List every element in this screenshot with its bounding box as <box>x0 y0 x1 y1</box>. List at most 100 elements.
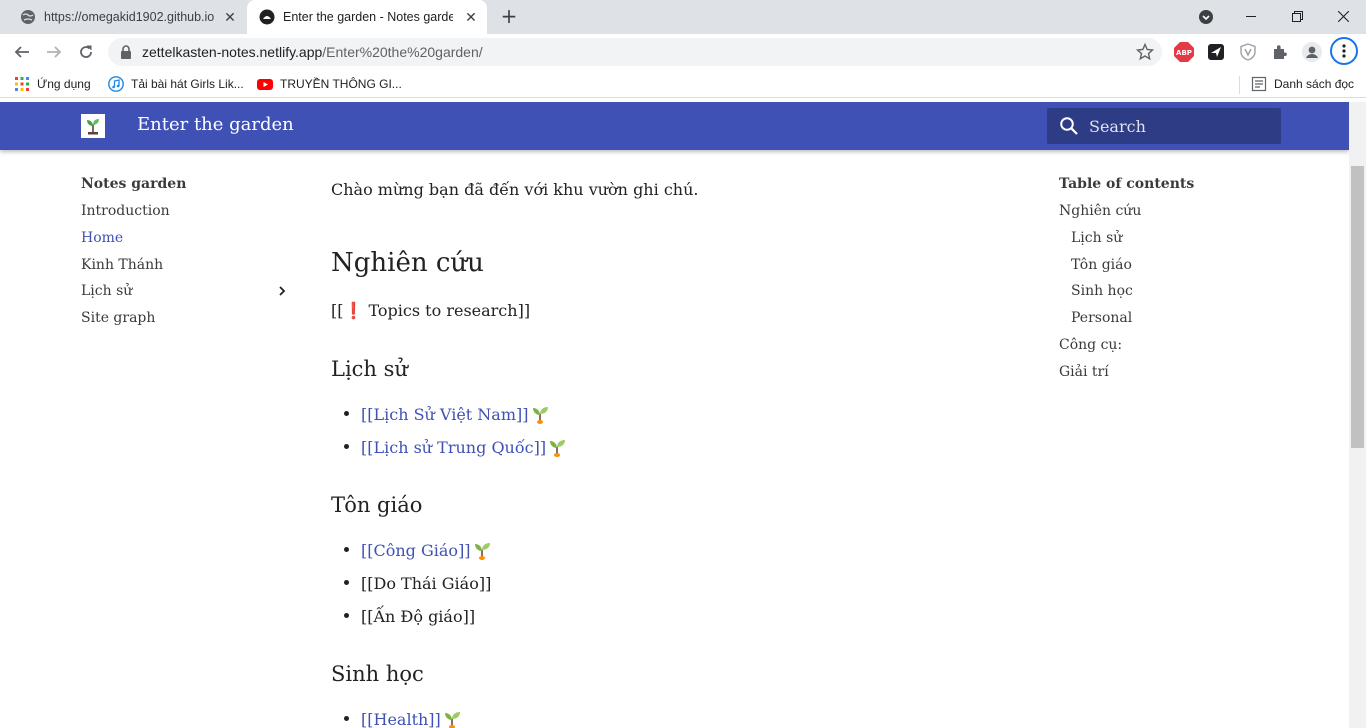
note-text-do-thai-giao: [[Do Thái Giáo]] <box>361 574 492 593</box>
new-tab-button[interactable]: + <box>498 6 520 28</box>
reading-list-button[interactable]: Danh sách đọc <box>1251 76 1354 92</box>
reading-list-label: Danh sách đọc <box>1274 77 1355 91</box>
browser-toolbar: zettelkasten-notes.netlify.app/Enter%20t… <box>0 34 1366 70</box>
note-text-an-do-giao: [[Ấn Độ giáo]] <box>361 607 476 626</box>
seedling-icon <box>444 711 460 728</box>
menu-dots-icon <box>1342 44 1346 58</box>
page-scrollbar[interactable] <box>1349 102 1366 728</box>
adblock-plus-icon[interactable]: ABP <box>1173 41 1195 63</box>
browser-tab-active[interactable]: Enter the garden - Notes garden ✕ <box>247 0 487 34</box>
shield-icon[interactable] <box>1237 41 1259 63</box>
sidebar-nav: Notes garden Introduction Home Kinh Thán… <box>81 174 291 335</box>
bookmark-star-icon[interactable] <box>1136 43 1154 61</box>
section-heading-history: Lịch sử <box>331 357 408 381</box>
arrow-left-icon <box>14 46 29 58</box>
bookmark-label: Ứng dụng <box>37 77 91 91</box>
bookmark-label: Tải bài hát Girls Lik... <box>131 77 244 91</box>
profile-icon-shape <box>1302 42 1322 62</box>
profile-icon[interactable] <box>1301 41 1323 63</box>
site-header: Enter the garden <box>0 102 1349 150</box>
browser-tab[interactable]: https://omegakid1902.github.io/ ✕ <box>8 0 246 34</box>
url-text: zettelkasten-notes.netlify.app/Enter%20t… <box>142 44 483 60</box>
biology-list: [[Health]] <box>331 703 463 728</box>
note-link-lich-su-viet-nam[interactable]: [[Lịch Sử Việt Nam]] <box>361 405 529 424</box>
seedling-icon <box>474 542 490 560</box>
music-icon <box>108 76 124 92</box>
restore-button[interactable] <box>1274 0 1320 32</box>
minimize-icon <box>1246 16 1256 17</box>
bookmark-apps[interactable]: Ứng dụng <box>14 76 91 92</box>
arrow-right-icon <box>47 46 62 58</box>
sidebar-item-home[interactable]: Home <box>81 228 291 255</box>
apps-grid-icon <box>15 77 29 91</box>
lock-icon[interactable] <box>120 45 132 59</box>
back-button[interactable] <box>12 42 32 62</box>
search-icon[interactable] <box>1059 116 1079 136</box>
restore-icon <box>1291 10 1303 22</box>
chrome-menu-button[interactable] <box>1330 37 1358 65</box>
address-bar[interactable]: zettelkasten-notes.netlify.app/Enter%20t… <box>108 38 1162 66</box>
seedling-icon <box>550 439 566 457</box>
toc-item-ton-giao[interactable]: Tôn giáo <box>1059 255 1299 282</box>
bookmark-youtube[interactable]: TRUYỀN THÔNG GI... <box>257 76 402 92</box>
sidebar-item-lich-su[interactable]: Lịch sử <box>81 281 291 308</box>
note-link-cong-giao[interactable]: [[Công Giáo]] <box>361 541 471 560</box>
bookmark-music[interactable]: Tải bài hát Girls Lik... <box>108 76 244 92</box>
reload-button[interactable] <box>76 42 96 62</box>
scrollbar-thumb[interactable] <box>1351 166 1364 448</box>
toc-item-lich-su[interactable]: Lịch sử <box>1059 228 1299 255</box>
bookmarks-bar: Ứng dụng Tải bài hát Girls Lik... TRUYỀN… <box>0 70 1366 98</box>
url-host: zettelkasten-notes.netlify.app <box>142 44 323 60</box>
minimize-button[interactable] <box>1228 0 1274 32</box>
religion-list: [[Công Giáo]] [[Do Thái Giáo]] [[Ấn Độ g… <box>331 534 493 633</box>
toc-item-sinh-hoc[interactable]: Sinh học <box>1059 281 1299 308</box>
seedling-icon <box>532 406 548 424</box>
puzzle-icon[interactable] <box>1269 41 1291 63</box>
history-list: [[Lịch Sử Việt Nam]] [[Lịch sử Trung Quố… <box>331 398 568 464</box>
list-item: [[Công Giáo]] <box>331 534 493 567</box>
toc-item-nghien-cuu[interactable]: Nghiên cứu <box>1059 201 1299 228</box>
globe-icon <box>21 10 35 24</box>
list-item: [[Health]] <box>331 703 463 728</box>
section-heading-religion: Tôn giáo <box>331 493 423 517</box>
toc-title: Table of contents <box>1059 176 1195 192</box>
sidebar-item-kinh-thanh[interactable]: Kinh Thánh <box>81 255 291 282</box>
search-input[interactable] <box>1089 115 1269 137</box>
close-tab-icon[interactable]: ✕ <box>463 9 479 25</box>
sidebar-title: Notes garden <box>81 176 187 192</box>
toc-item-cong-cu[interactable]: Công cụ: <box>1059 335 1299 362</box>
close-icon <box>1337 10 1349 22</box>
browser-tab-strip: https://omegakid1902.github.io/ ✕ Enter … <box>0 0 1366 34</box>
toc-item-giai-tri[interactable]: Giải trí <box>1059 362 1299 389</box>
close-tab-icon[interactable]: ✕ <box>222 9 238 25</box>
sidebar-item-introduction[interactable]: Introduction <box>81 201 291 228</box>
section-heading-biology: Sinh học <box>331 662 424 686</box>
search-box[interactable] <box>1047 108 1281 144</box>
note-link-lich-su-trung-quoc[interactable]: [[Lịch sử Trung Quốc]] <box>361 438 546 457</box>
tab-search-icon[interactable] <box>1198 9 1214 25</box>
research-topics-text: [[❗ Topics to research]] <box>331 301 531 320</box>
sidebar-item-label: Lịch sử <box>81 283 133 300</box>
bookmarks-divider <box>1239 76 1240 94</box>
tab-title: https://omegakid1902.github.io/ <box>44 10 214 24</box>
chevron-right-icon[interactable] <box>275 284 289 298</box>
toc-item-personal[interactable]: Personal <box>1059 308 1299 335</box>
send-icon-shape <box>1208 44 1224 60</box>
list-item: [[Ấn Độ giáo]] <box>331 600 493 633</box>
intro-text: Chào mừng bạn đã đến với khu vườn ghi ch… <box>331 180 699 199</box>
table-of-contents: Table of contents Nghiên cứu Lịch sử Tôn… <box>1059 174 1299 389</box>
list-item: [[Do Thái Giáo]] <box>331 567 493 600</box>
reading-list-icon <box>1251 76 1267 92</box>
garden-logo[interactable] <box>81 114 105 138</box>
send-icon[interactable] <box>1205 41 1227 63</box>
forward-button[interactable] <box>44 42 64 62</box>
sidebar-item-site-graph[interactable]: Site graph <box>81 308 291 335</box>
page-title[interactable]: Enter the garden <box>137 114 294 135</box>
section-heading-research: Nghiên cứu <box>331 248 484 278</box>
url-path: /Enter%20the%20garden/ <box>322 44 483 60</box>
tab-title: Enter the garden - Notes garden <box>283 10 453 24</box>
bookmark-label: TRUYỀN THÔNG GI... <box>280 77 402 91</box>
close-window-button[interactable] <box>1320 0 1366 32</box>
adblock-plus-icon-shape: ABP <box>1174 42 1194 62</box>
note-link-health[interactable]: [[Health]] <box>361 710 441 728</box>
